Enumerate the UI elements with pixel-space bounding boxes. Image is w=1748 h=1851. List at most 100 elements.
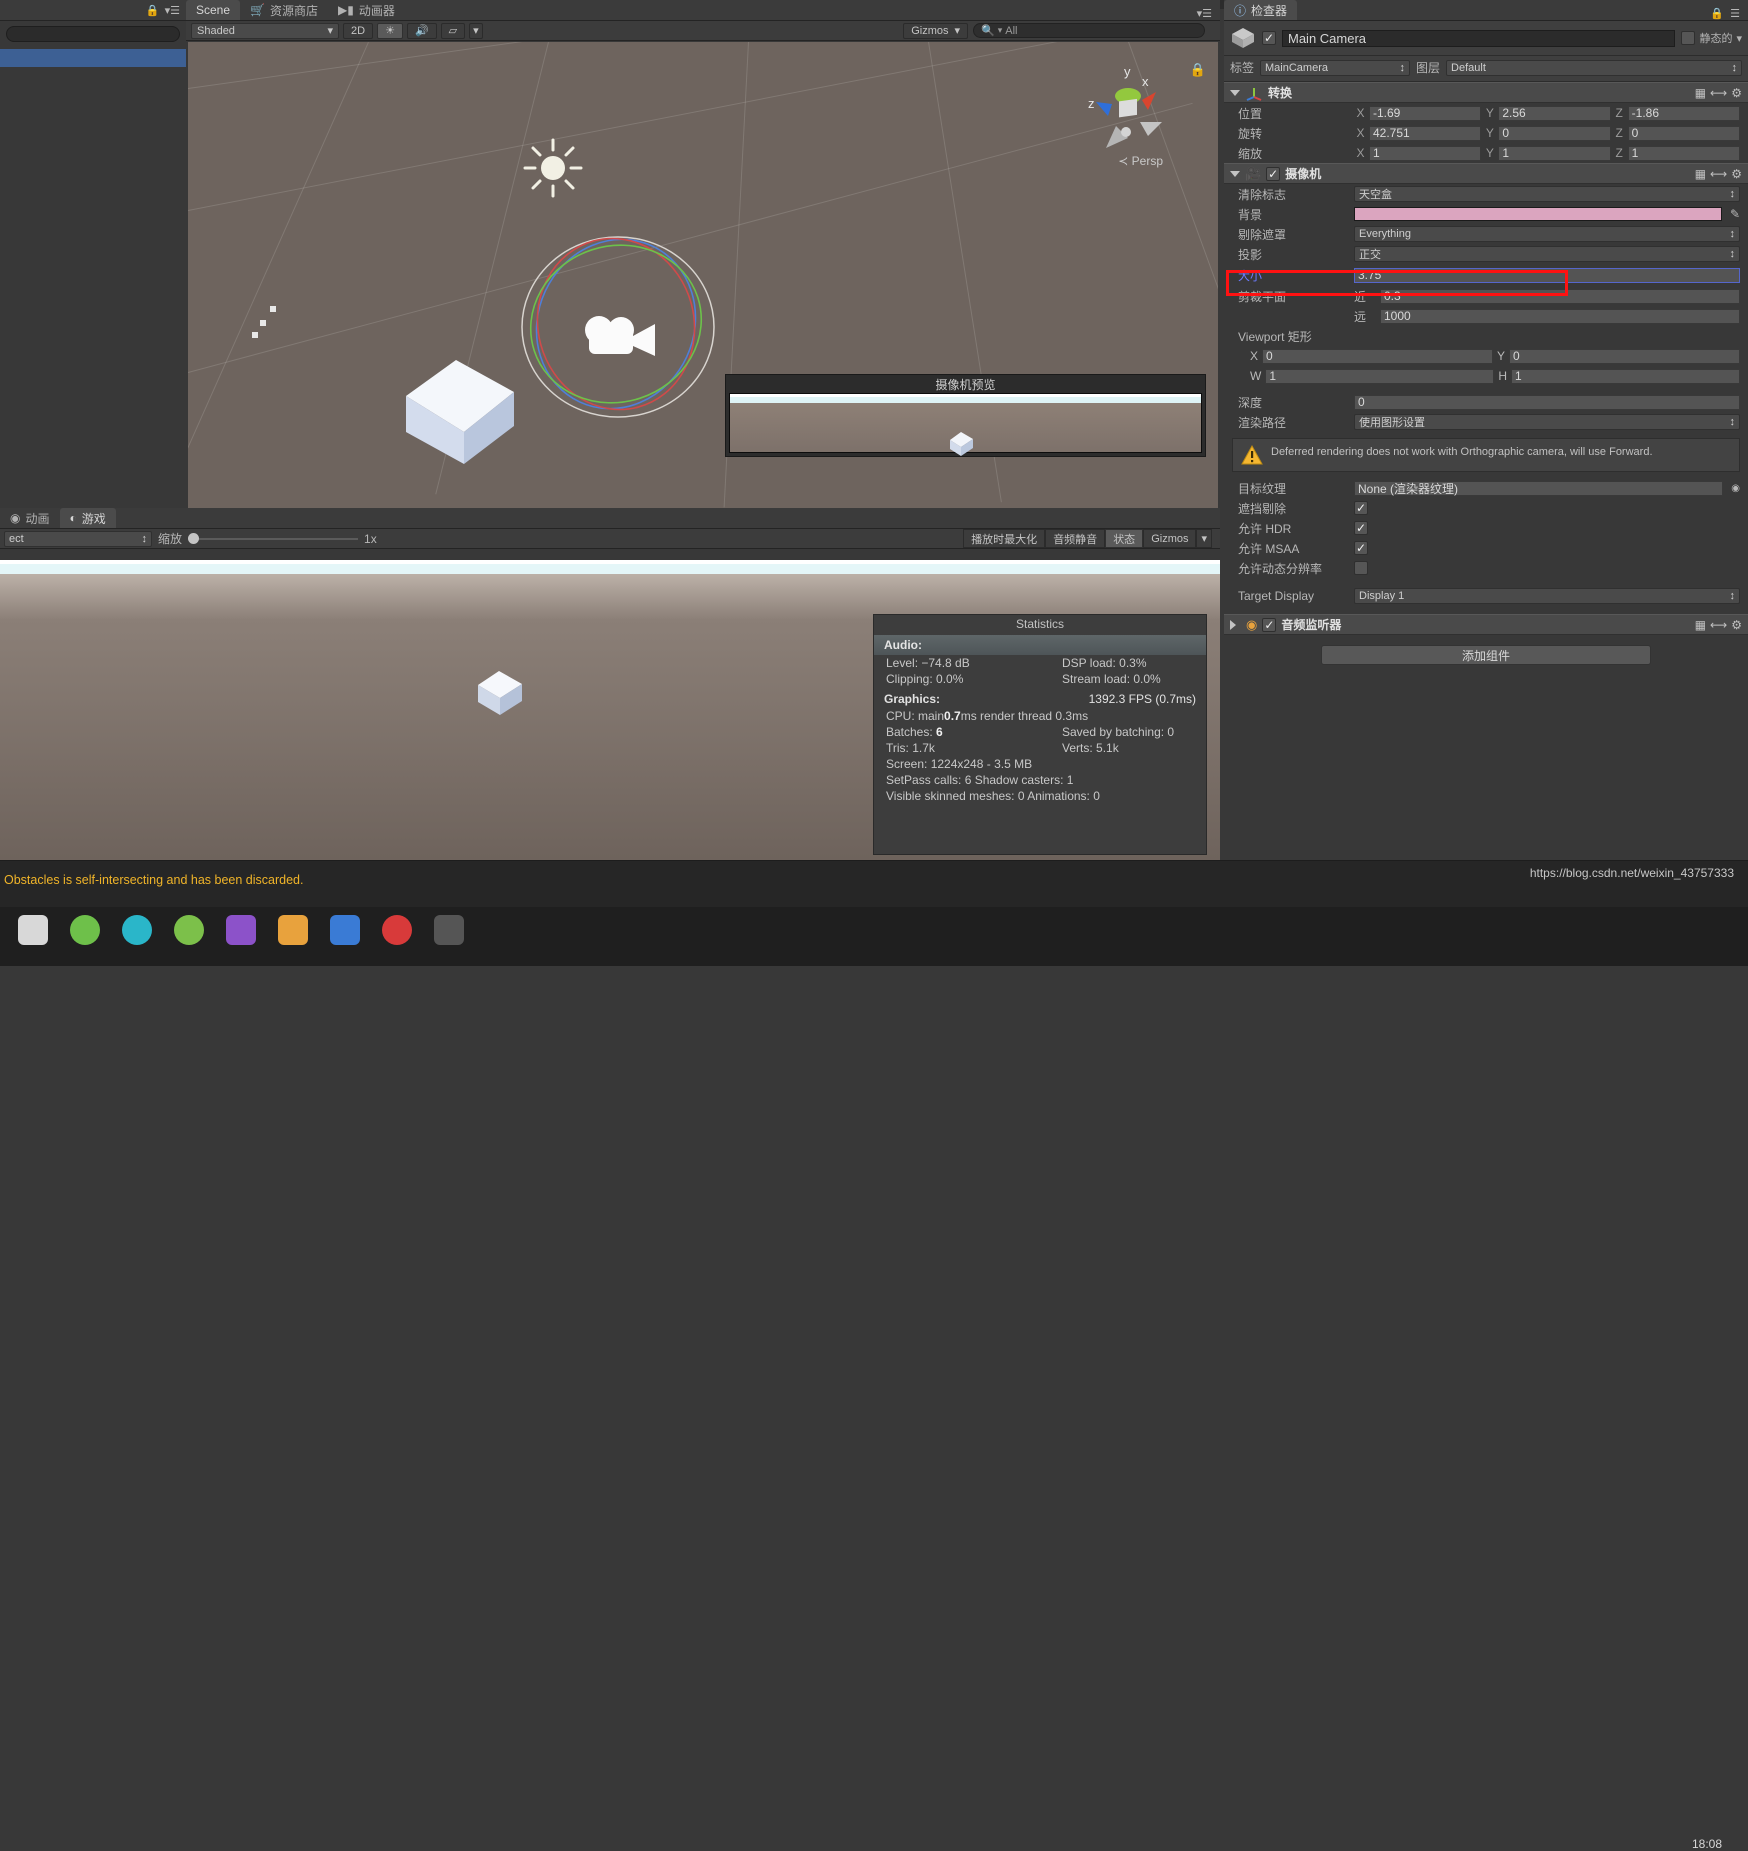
directional-light-gizmo-icon[interactable]: [523, 138, 583, 198]
depth-input[interactable]: 0: [1354, 394, 1740, 410]
taskbar-app5-icon[interactable]: [278, 915, 308, 945]
preset-icon[interactable]: ▦: [1695, 86, 1706, 100]
taskbar-app1-icon[interactable]: [70, 915, 100, 945]
scene-panel-menu-icon[interactable]: ▾☰: [1197, 7, 1212, 20]
os-taskbar[interactable]: 18:08: [0, 907, 1748, 1851]
projection-dropdown[interactable]: 正交 ↕: [1354, 246, 1740, 262]
dynamic-resolution-checkbox[interactable]: [1354, 561, 1368, 575]
mute-audio-button[interactable]: 音频静音: [1045, 529, 1106, 548]
layer-dropdown[interactable]: Default ↕: [1446, 59, 1742, 76]
rotation-y-input[interactable]: 0: [1498, 125, 1611, 141]
tab-animator[interactable]: ▶▮ 动画器: [328, 0, 405, 20]
clip-near-input[interactable]: 0.3: [1380, 288, 1740, 304]
camera-enabled-checkbox[interactable]: ✓: [1266, 166, 1281, 181]
render-path-dropdown[interactable]: 使用图形设置 ↕: [1354, 414, 1740, 430]
inspector-menu-icon[interactable]: ☰: [1730, 7, 1740, 20]
scene-projection-label[interactable]: ≺ Persp: [1118, 154, 1163, 168]
target-display-dropdown[interactable]: Display 1 ↕: [1354, 588, 1740, 604]
panel-menu-icon[interactable]: ▾☰: [165, 4, 180, 17]
gear-icon[interactable]: ⚙: [1731, 167, 1742, 181]
help-icon[interactable]: ⟷: [1710, 167, 1727, 181]
taskbar-app6-icon[interactable]: [330, 915, 360, 945]
culling-mask-dropdown[interactable]: Everything ↕: [1354, 226, 1740, 242]
hierarchy-panel[interactable]: 🔒 ▾☰: [0, 0, 186, 508]
lock-icon[interactable]: 🔒: [146, 4, 160, 17]
hierarchy-search-input[interactable]: [6, 26, 180, 42]
transform-component-header[interactable]: 转换 ▦ ⟷ ⚙: [1224, 82, 1748, 103]
occlusion-checkbox[interactable]: ✓: [1354, 501, 1368, 515]
static-toggle-group[interactable]: 静态的 ▾: [1681, 30, 1742, 46]
draw-mode-dropdown[interactable]: Shaded ▾: [191, 22, 339, 39]
scene-fx-chevron[interactable]: ▾: [469, 22, 483, 39]
taskbar-app4-icon[interactable]: [226, 915, 256, 945]
stats-button[interactable]: 状态: [1105, 529, 1144, 548]
taskbar-start-icon[interactable]: [18, 915, 48, 945]
gizmos-dropdown[interactable]: Gizmos ▾: [903, 22, 968, 39]
gear-icon[interactable]: ⚙: [1731, 618, 1742, 632]
tab-inspector[interactable]: ⓘ 检查器: [1224, 0, 1298, 20]
game-render-area[interactable]: Statistics Audio: Level: −74.8 dB DSP lo…: [0, 560, 1220, 860]
taskbar-app3-icon[interactable]: [174, 915, 204, 945]
scene-fx-dropdown[interactable]: ▱: [440, 22, 466, 39]
help-icon[interactable]: ⟷: [1710, 618, 1727, 632]
help-icon[interactable]: ⟷: [1710, 86, 1727, 100]
audio-listener-component-header[interactable]: ◉ ✓ 音频监听器 ▦ ⟷ ⚙: [1224, 614, 1748, 635]
camera-gizmo-icon[interactable]: [577, 310, 663, 372]
scene-viewport[interactable]: x y z ≺ Persp 🔒 摄像机预览: [188, 42, 1218, 508]
viewport-y-input[interactable]: 0: [1509, 348, 1740, 364]
viewport-h-input[interactable]: 1: [1511, 368, 1740, 384]
chevron-down-icon[interactable]: ▾: [1736, 32, 1742, 45]
rotation-z-input[interactable]: 0: [1627, 125, 1740, 141]
preset-icon[interactable]: ▦: [1695, 618, 1706, 632]
viewport-w-input[interactable]: 1: [1265, 368, 1495, 384]
maximize-on-play-button[interactable]: 播放时最大化: [963, 529, 1046, 548]
foldout-arrow-icon[interactable]: [1230, 170, 1240, 177]
clear-flags-dropdown[interactable]: 天空盒 ↕: [1354, 186, 1740, 202]
viewport-x-input[interactable]: 0: [1262, 348, 1493, 364]
object-active-checkbox[interactable]: ✓: [1262, 31, 1276, 45]
scale-y-input[interactable]: 1: [1498, 145, 1611, 161]
object-name-input[interactable]: Main Camera: [1282, 29, 1676, 47]
aspect-ratio-dropdown[interactable]: ect ↕: [4, 530, 152, 547]
camera-component-header[interactable]: 🎥 ✓ 摄像机 ▦ ⟷ ⚙: [1224, 163, 1748, 184]
audio-listener-enabled-checkbox[interactable]: ✓: [1262, 617, 1277, 632]
clip-far-input[interactable]: 1000: [1380, 308, 1740, 324]
target-texture-field[interactable]: None (渲染器纹理): [1354, 480, 1724, 496]
cube-object[interactable]: [398, 354, 522, 466]
static-checkbox[interactable]: [1681, 31, 1696, 45]
tag-dropdown[interactable]: MainCamera ↕: [1260, 59, 1411, 76]
gear-icon[interactable]: ⚙: [1731, 86, 1742, 100]
foldout-arrow-icon[interactable]: [1230, 89, 1240, 96]
game-gizmos-button[interactable]: Gizmos: [1143, 529, 1197, 548]
taskbar-unity-icon[interactable]: [434, 915, 464, 945]
taskbar-app7-icon[interactable]: [382, 915, 412, 945]
object-picker-icon[interactable]: ◉: [1731, 483, 1740, 494]
inspector-lock-icon[interactable]: 🔒: [1710, 7, 1724, 20]
scene-lock-icon[interactable]: 🔒: [1190, 62, 1206, 78]
scale-x-input[interactable]: 1: [1369, 145, 1482, 161]
background-color-swatch[interactable]: [1354, 207, 1722, 221]
game-gizmos-chevron[interactable]: ▾: [1196, 529, 1212, 548]
scene-search-input[interactable]: 🔍 ▾ All: [973, 23, 1205, 38]
tab-asset-store[interactable]: 🛒 资源商店: [240, 0, 328, 20]
taskbar-app2-icon[interactable]: [122, 915, 152, 945]
foldout-arrow-icon[interactable]: [1230, 619, 1241, 630]
eyedropper-icon[interactable]: ✎: [1730, 207, 1740, 221]
status-bar[interactable]: Obstacles is self-intersecting and has b…: [0, 860, 1748, 907]
game-scale-slider[interactable]: [188, 532, 359, 546]
hdr-checkbox[interactable]: ✓: [1354, 521, 1368, 535]
scale-z-input[interactable]: 1: [1627, 145, 1740, 161]
scene-lighting-toggle[interactable]: ☀: [377, 22, 403, 39]
size-input[interactable]: 3.75: [1354, 267, 1740, 283]
scene-audio-toggle[interactable]: 🔊: [406, 22, 437, 39]
position-z-input[interactable]: -1.86: [1627, 105, 1740, 121]
tab-game[interactable]: ◐ 游戏: [59, 508, 116, 528]
add-component-button[interactable]: 添加组件: [1321, 645, 1651, 665]
tab-scene[interactable]: Scene: [186, 0, 241, 20]
rotation-x-input[interactable]: 42.751: [1369, 125, 1482, 141]
msaa-checkbox[interactable]: ✓: [1354, 541, 1368, 555]
toggle-2d-button[interactable]: 2D: [343, 22, 374, 39]
scene-orientation-gizmo[interactable]: x y z: [1086, 64, 1170, 148]
hierarchy-selected-row[interactable]: [0, 49, 186, 67]
tab-animation[interactable]: ◉ 动画: [0, 508, 60, 528]
